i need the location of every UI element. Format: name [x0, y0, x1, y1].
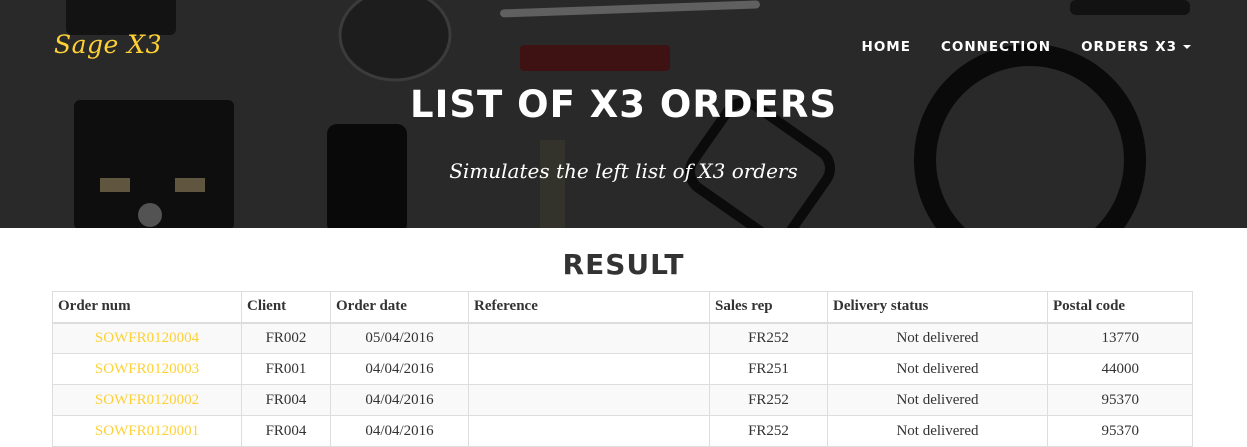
delivery-status-cell: Not delivered	[827, 322, 1048, 354]
order-date-cell: 04/04/2016	[330, 353, 469, 385]
column-header-order-num[interactable]: Order num	[52, 291, 242, 324]
client-cell: FR002	[241, 322, 331, 354]
caret-down-icon	[1183, 45, 1191, 49]
main-nav: HOME CONNECTION ORDERS X3	[862, 39, 1191, 55]
column-header-delivery-status[interactable]: Delivery status	[827, 291, 1048, 324]
order-link[interactable]: SOWFR0120003	[95, 361, 199, 377]
postal-code-cell: 44000	[1047, 353, 1193, 385]
table-row: SOWFR0120002 FR004 04/04/2016 FR252 Not …	[52, 384, 1193, 416]
sales-rep-cell: FR251	[709, 353, 828, 385]
order-num-cell: SOWFR0120001	[52, 415, 242, 447]
delivery-status-cell: Not delivered	[827, 353, 1048, 385]
page-subtitle: Simulates the left list of X3 orders	[449, 159, 798, 183]
client-cell: FR004	[241, 384, 331, 416]
order-link[interactable]: SOWFR0120002	[95, 392, 199, 408]
page-title: LIST OF X3 ORDERS	[410, 83, 837, 126]
reference-cell	[468, 322, 710, 354]
client-cell: FR004	[241, 415, 331, 447]
nav-connection-link[interactable]: CONNECTION	[941, 39, 1051, 55]
table-row: SOWFR0120004 FR002 05/04/2016 FR252 Not …	[52, 322, 1193, 354]
column-header-postal-code[interactable]: Postal code	[1047, 291, 1193, 324]
column-header-order-date[interactable]: Order date	[330, 291, 469, 324]
table-header-row: Order num Client Order date Reference Sa…	[52, 291, 1193, 324]
column-header-sales-rep[interactable]: Sales rep	[709, 291, 828, 324]
order-num-cell: SOWFR0120003	[52, 353, 242, 385]
orders-table: Order num Client Order date Reference Sa…	[52, 291, 1193, 447]
sales-rep-cell: FR252	[709, 322, 828, 354]
table-row: SOWFR0120003 FR001 04/04/2016 FR251 Not …	[52, 353, 1193, 385]
order-link[interactable]: SOWFR0120004	[95, 330, 199, 346]
client-cell: FR001	[241, 353, 331, 385]
postal-code-cell: 95370	[1047, 415, 1193, 447]
column-header-client[interactable]: Client	[241, 291, 331, 324]
nav-orders-x3-dropdown[interactable]: ORDERS X3	[1081, 39, 1191, 55]
order-date-cell: 05/04/2016	[330, 322, 469, 354]
result-heading: RESULT	[562, 248, 685, 281]
postal-code-cell: 13770	[1047, 322, 1193, 354]
order-link[interactable]: SOWFR0120001	[95, 423, 199, 439]
reference-cell	[468, 384, 710, 416]
delivery-status-cell: Not delivered	[827, 384, 1048, 416]
table-row: SOWFR0120001 FR004 04/04/2016 FR252 Not …	[52, 415, 1193, 447]
delivery-status-cell: Not delivered	[827, 415, 1048, 447]
postal-code-cell: 95370	[1047, 384, 1193, 416]
sales-rep-cell: FR252	[709, 384, 828, 416]
sales-rep-cell: FR252	[709, 415, 828, 447]
header-hero: Sage X3 HOME CONNECTION ORDERS X3 LIST O…	[0, 0, 1247, 228]
reference-cell	[468, 353, 710, 385]
orders-table-container: Order num Client Order date Reference Sa…	[52, 291, 1193, 447]
brand-logo[interactable]: Sage X3	[54, 30, 162, 59]
order-date-cell: 04/04/2016	[330, 415, 469, 447]
column-header-reference[interactable]: Reference	[468, 291, 710, 324]
reference-cell	[468, 415, 710, 447]
nav-home-link[interactable]: HOME	[862, 39, 911, 55]
order-date-cell: 04/04/2016	[330, 384, 469, 416]
order-num-cell: SOWFR0120004	[52, 322, 242, 354]
order-num-cell: SOWFR0120002	[52, 384, 242, 416]
